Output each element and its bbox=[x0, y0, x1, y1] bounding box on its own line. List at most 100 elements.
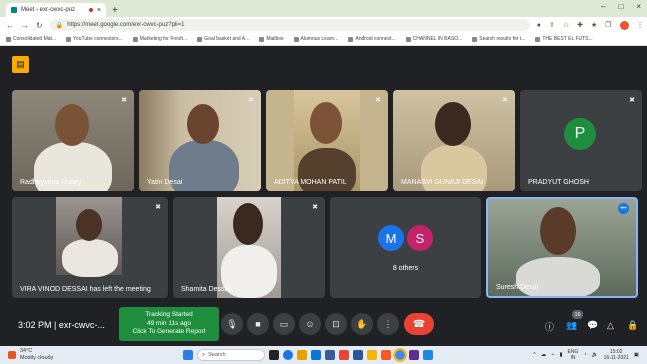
participant-tile[interactable]: ✖ VIRA VINOD DESSAI has left the meeting bbox=[12, 197, 168, 298]
participant-tile-active-speaker[interactable]: ••• Suresh Desai bbox=[486, 197, 638, 298]
firefox-icon[interactable] bbox=[381, 350, 391, 360]
participant-tile[interactable]: ✖ Radheyshna Dubey bbox=[12, 90, 134, 191]
forward-icon[interactable]: → bbox=[21, 21, 29, 30]
facebook-icon[interactable] bbox=[325, 350, 335, 360]
menu-icon[interactable]: ⋮ bbox=[637, 21, 644, 29]
office-icon[interactable] bbox=[339, 350, 349, 360]
browser-tab[interactable]: Meet - exr-cwvc-puz × bbox=[6, 3, 106, 17]
chat-icon[interactable]: 💬 bbox=[587, 320, 598, 331]
battery-icon[interactable]: ▮ bbox=[560, 352, 563, 358]
participant-avatar: M bbox=[378, 225, 404, 251]
windows-taskbar: 34°C Mostly cloudy ⌕ Search ^ ☁ ⌁ ▮ ENG IN… bbox=[0, 346, 647, 364]
clock[interactable]: 15:02 16-11-2021 bbox=[604, 349, 629, 361]
camera-indicator-icon[interactable]: ● bbox=[537, 22, 541, 29]
language-indicator[interactable]: ENG IN bbox=[568, 349, 579, 361]
bookmark-item[interactable]: Consolidated Mat... bbox=[6, 36, 56, 42]
bookmark-item[interactable]: Marketing for Fresh... bbox=[132, 36, 187, 42]
end-call-icon[interactable]: ☎ bbox=[404, 313, 434, 335]
new-tab-button[interactable]: + bbox=[112, 5, 118, 16]
temperature: 34°C bbox=[20, 348, 33, 354]
captions-icon[interactable]: ▭ bbox=[273, 313, 295, 335]
raise-hand-icon[interactable]: ✋ bbox=[351, 313, 373, 335]
task-view-icon[interactable] bbox=[269, 350, 279, 360]
store-icon[interactable] bbox=[311, 350, 321, 360]
more-options-icon[interactable]: ••• bbox=[618, 203, 629, 214]
participant-tile[interactable]: ✖ MANASVI GUNAJI DESAI bbox=[393, 90, 515, 191]
edge-icon[interactable] bbox=[283, 350, 293, 360]
maximize-button[interactable]: □ bbox=[618, 2, 623, 11]
tray-app-icon[interactable]: ☁ bbox=[541, 352, 547, 358]
profile-avatar[interactable] bbox=[619, 20, 629, 30]
tracking-line-1: Tracking Started bbox=[145, 311, 193, 318]
close-window-button[interactable]: × bbox=[636, 2, 641, 11]
network-icon[interactable]: ⌁ bbox=[551, 352, 554, 358]
bookmark-item[interactable]: YouTube connectors... bbox=[66, 36, 123, 42]
participant-tile[interactable]: ✖ Yatin Desai bbox=[139, 90, 261, 191]
browser-tab-strip: Meet - exr-cwvc-puz × + – □ × bbox=[0, 0, 647, 17]
word-icon[interactable] bbox=[353, 350, 363, 360]
present-screen-icon[interactable]: ⊡ bbox=[325, 313, 347, 335]
host-controls-icon[interactable]: 🔒 bbox=[627, 320, 638, 331]
search-placeholder: Search bbox=[208, 352, 226, 358]
address-bar[interactable]: 🔒 https://meet.google.com/exr-cwvc-puz?p… bbox=[49, 19, 530, 31]
reload-icon[interactable]: ↻ bbox=[36, 21, 43, 30]
minimize-button[interactable]: – bbox=[601, 2, 605, 11]
more-options-icon[interactable]: ⋮ bbox=[377, 313, 399, 335]
bookmark-icon bbox=[132, 36, 138, 42]
participant-tile[interactable]: P ✖ PRADYUT GHOSH bbox=[520, 90, 642, 191]
muted-mic-icon: ✖ bbox=[155, 204, 161, 211]
sidebar-icon[interactable]: ❐ bbox=[605, 21, 611, 29]
mail-icon[interactable] bbox=[423, 350, 433, 360]
address-bar-row: ← → ↻ 🔒 https://meet.google.com/exr-cwvc… bbox=[0, 17, 647, 33]
bookmarks-bar: Consolidated Mat... YouTube connectors..… bbox=[0, 33, 647, 46]
weather-widget[interactable]: 34°C Mostly cloudy bbox=[8, 348, 53, 361]
tab-close-icon[interactable]: × bbox=[97, 7, 101, 14]
bookmark-item[interactable]: Goal basket and A... bbox=[197, 36, 249, 42]
url-text: https://meet.google.com/exr-cwvc-puz?pli… bbox=[67, 22, 185, 28]
star-icon[interactable]: ☆ bbox=[563, 21, 569, 29]
puzzle-icon[interactable]: ★ bbox=[591, 21, 597, 29]
volume-icon[interactable]: 🔈 bbox=[592, 352, 599, 358]
muted-mic-icon: ✖ bbox=[248, 97, 254, 104]
bookmark-item[interactable]: Android connect... bbox=[348, 36, 396, 42]
taskbar-apps: ⌕ Search bbox=[183, 348, 433, 362]
info-icon[interactable]: ⓘ bbox=[545, 320, 554, 333]
wifi-icon[interactable]: ◔ bbox=[583, 352, 586, 358]
emoji-icon[interactable]: ☺ bbox=[299, 313, 321, 335]
muted-mic-icon: ✖ bbox=[312, 204, 318, 211]
participant-name: Shamita Dessai bbox=[181, 286, 231, 293]
bookmark-item[interactable]: CHANNEL IN BASO... bbox=[405, 36, 462, 42]
tray-chevron-icon[interactable]: ^ bbox=[533, 352, 536, 358]
participant-tile[interactable]: ✖ Shamita Dessai bbox=[173, 197, 325, 298]
bookmark-icon bbox=[293, 36, 299, 42]
participant-tile[interactable]: ✖ ADITYA MOHAN PATIL bbox=[266, 90, 388, 191]
file-explorer-icon[interactable] bbox=[297, 350, 307, 360]
recording-dot-icon bbox=[88, 8, 93, 12]
meet-extension-icon[interactable]: ▤ bbox=[12, 56, 29, 73]
extension-icon[interactable]: ✚ bbox=[577, 21, 583, 29]
participant-tile[interactable]: M S 8 others bbox=[330, 197, 481, 298]
share-icon[interactable]: ⇧ bbox=[549, 21, 555, 29]
powerpoint-icon[interactable] bbox=[367, 350, 377, 360]
bookmark-item[interactable]: Mailbox bbox=[259, 36, 284, 42]
meeting-code: exr-cwvc-... bbox=[58, 320, 105, 330]
bookmark-item[interactable]: Search results for t... bbox=[472, 36, 525, 42]
notification-icon[interactable]: ▣ bbox=[634, 352, 639, 358]
people-icon[interactable]: 👥 bbox=[566, 320, 577, 331]
mic-toggle-icon[interactable]: 🎙 bbox=[221, 313, 243, 335]
chrome-icon[interactable] bbox=[393, 348, 407, 362]
meeting-info: 3:02 PM | exr-cwvc-... bbox=[18, 320, 105, 330]
taskbar-search[interactable]: ⌕ Search bbox=[197, 349, 265, 361]
attendance-tracking-button[interactable]: Tracking Started 49 min 11s ago Click To… bbox=[119, 307, 219, 341]
bookmark-item[interactable]: Alumnus Learn... bbox=[293, 36, 338, 42]
activities-icon[interactable]: △ bbox=[607, 320, 614, 331]
teams-icon[interactable] bbox=[409, 350, 419, 360]
camera-toggle-icon[interactable]: ■ bbox=[247, 313, 269, 335]
bookmark-icon bbox=[66, 36, 72, 42]
participant-name: ADITYA MOHAN PATIL bbox=[274, 179, 347, 186]
tracking-line-3: Click To Generate Report bbox=[132, 328, 206, 335]
windows-start-icon[interactable] bbox=[183, 350, 193, 360]
bookmark-icon bbox=[6, 36, 11, 42]
bookmark-item[interactable]: THE BEST EL FUTS... bbox=[535, 36, 593, 42]
back-icon[interactable]: ← bbox=[6, 21, 14, 30]
